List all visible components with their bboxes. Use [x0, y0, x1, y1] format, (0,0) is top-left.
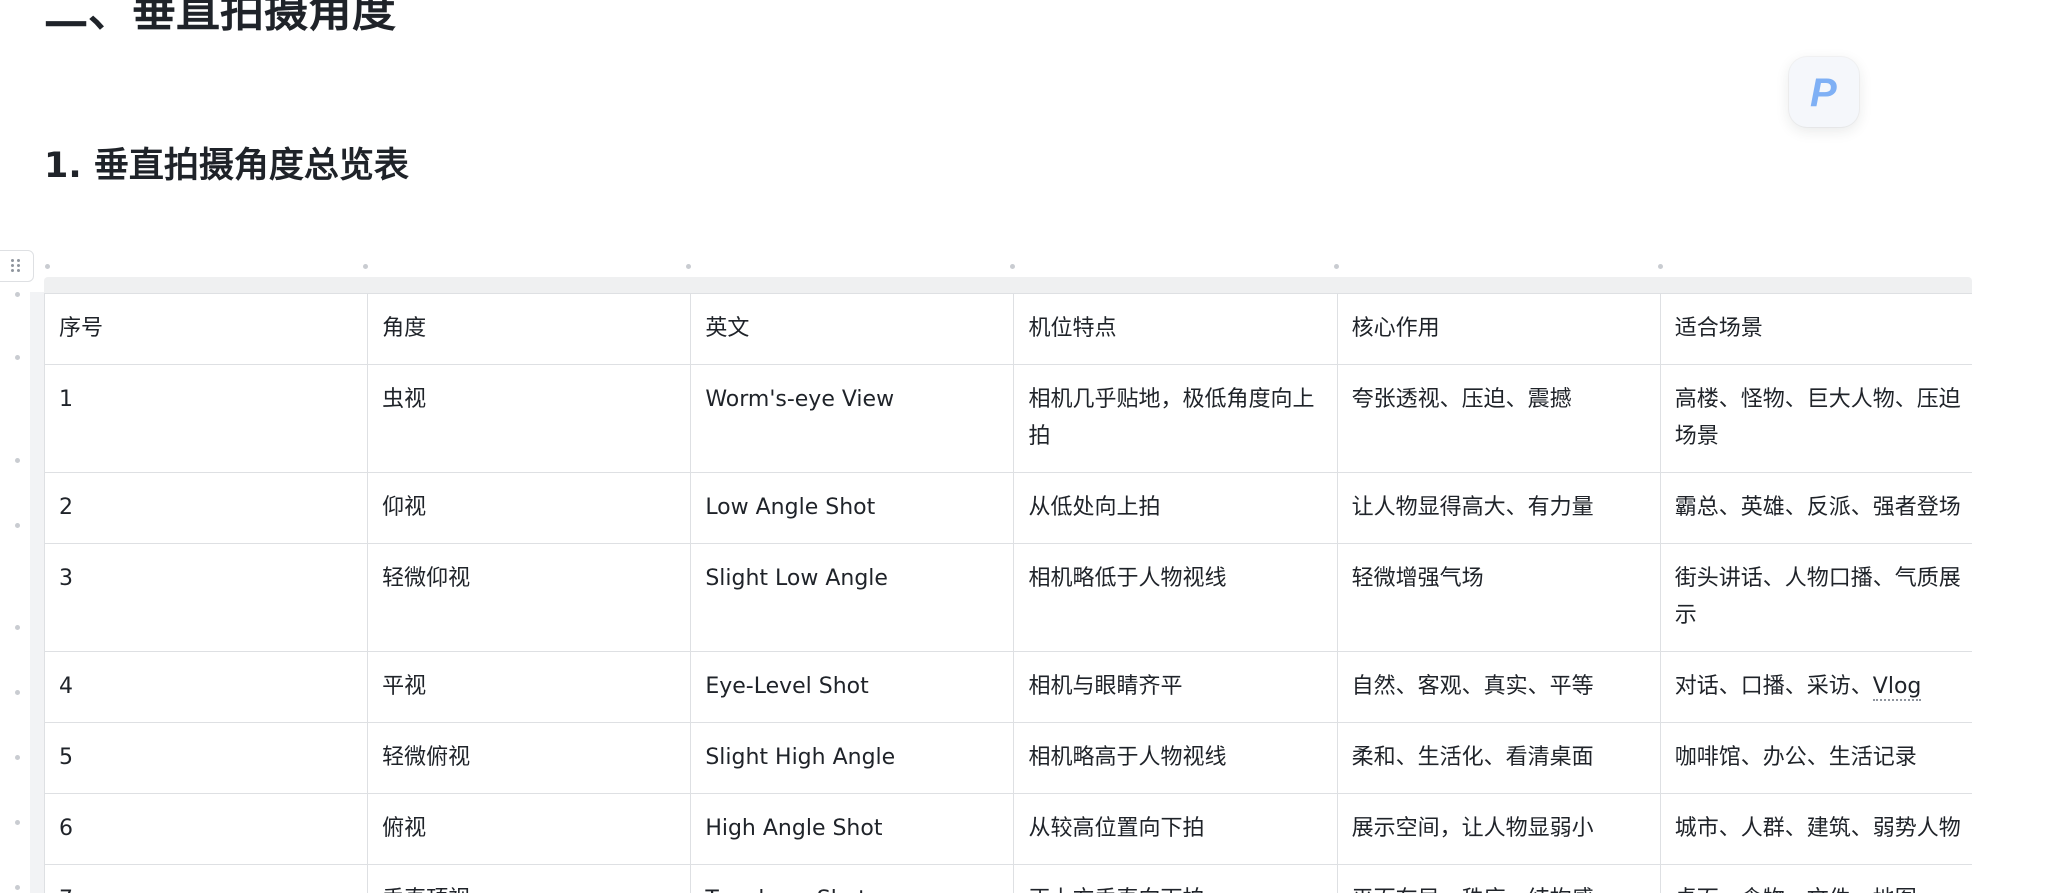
row-insert-dot[interactable] — [15, 292, 20, 297]
row-selector-bar[interactable] — [30, 292, 44, 893]
column-insert-dot[interactable] — [45, 264, 50, 269]
table-cell[interactable]: Worm's-eye View — [690, 364, 1015, 473]
column-insert-dot[interactable] — [686, 264, 691, 269]
table-row: 1 虫视 Worm's-eye View 相机几乎贴地，极低角度向上拍 夸张透视… — [44, 364, 1972, 473]
svg-text:P: P — [1810, 72, 1837, 112]
table-cell[interactable]: 7 — [44, 864, 369, 893]
table-cell[interactable]: 对话、口播、采访、Vlog — [1659, 651, 1972, 723]
table-cell[interactable]: 平面布局、秩序、结构感 — [1336, 864, 1661, 893]
column-insert-dot[interactable] — [1658, 264, 1663, 269]
table-row: 3 轻微仰视 Slight Low Angle 相机略低于人物视线 轻微增强气场… — [44, 543, 1972, 652]
drag-handle-icon[interactable] — [11, 259, 21, 273]
table-cell[interactable]: Slight High Angle — [690, 722, 1015, 794]
table-cell[interactable]: 3 — [44, 543, 369, 652]
table-cell[interactable]: 俯视 — [367, 793, 692, 865]
row-insert-dot[interactable] — [15, 355, 20, 360]
table-cell[interactable]: 从较高位置向下拍 — [1013, 793, 1338, 865]
table-cell[interactable]: 1 — [44, 364, 369, 473]
table-cell[interactable]: 轻微俯视 — [367, 722, 692, 794]
row-insert-dot[interactable] — [15, 625, 20, 630]
table-cell[interactable]: Top-down Shot — [690, 864, 1015, 893]
table-cell[interactable]: 柔和、生活化、看清桌面 — [1336, 722, 1661, 794]
table-row: 6 俯视 High Angle Shot 从较高位置向下拍 展示空间，让人物显弱… — [44, 793, 1972, 865]
table-cell[interactable]: 城市、人群、建筑、弱势人物 — [1659, 793, 1972, 865]
row-insert-dot[interactable] — [15, 523, 20, 528]
spellcheck-mark[interactable]: Vlog — [1872, 674, 1922, 701]
table-cell[interactable]: 相机与眼睛齐平 — [1013, 651, 1338, 723]
table-cell[interactable]: 5 — [44, 722, 369, 794]
table-cell[interactable]: 2 — [44, 472, 369, 544]
table-cell[interactable]: 相机略低于人物视线 — [1013, 543, 1338, 652]
row-insert-dot[interactable] — [15, 755, 20, 760]
table-cell[interactable]: 高楼、怪物、巨大人物、压迫场景 — [1659, 364, 1972, 473]
table-cell[interactable]: 平视 — [367, 651, 692, 723]
table-grid: 序号 角度 英文 机位特点 核心作用 适合场景 1 虫视 Worm's-eye … — [44, 293, 1972, 893]
table-cell[interactable]: Slight Low Angle — [690, 543, 1015, 652]
header-cell[interactable]: 机位特点 — [1013, 293, 1338, 365]
table-cell[interactable]: Eye-Level Shot — [690, 651, 1015, 723]
table-row: 5 轻微俯视 Slight High Angle 相机略高于人物视线 柔和、生活… — [44, 722, 1972, 794]
column-selector-bar[interactable] — [44, 277, 1972, 293]
table-cell[interactable]: 轻微仰视 — [367, 543, 692, 652]
row-insert-dot[interactable] — [15, 690, 20, 695]
table-block-handle[interactable] — [0, 250, 34, 282]
table-cell[interactable]: 正上方垂直向下拍 — [1013, 864, 1338, 893]
column-insert-dot[interactable] — [1334, 264, 1339, 269]
table-header-row: 序号 角度 英文 机位特点 核心作用 适合场景 — [44, 293, 1972, 365]
header-cell[interactable]: 适合场景 — [1659, 293, 1972, 365]
table-cell[interactable]: Low Angle Shot — [690, 472, 1015, 544]
table-cell[interactable]: 从低处向上拍 — [1013, 472, 1338, 544]
row-insert-dot[interactable] — [15, 820, 20, 825]
table-cell[interactable]: 轻微增强气场 — [1336, 543, 1661, 652]
assistant-float-button[interactable]: P — [1789, 57, 1859, 127]
header-cell[interactable]: 英文 — [690, 293, 1015, 365]
table-cell[interactable]: 霸总、英雄、反派、强者登场 — [1659, 472, 1972, 544]
header-cell[interactable]: 核心作用 — [1336, 293, 1661, 365]
table-cell[interactable]: 展示空间，让人物显弱小 — [1336, 793, 1661, 865]
header-cell[interactable]: 角度 — [367, 293, 692, 365]
table-cell[interactable]: 4 — [44, 651, 369, 723]
document-page: 二、垂直拍摄角度 P 1. 垂直拍摄角度总览表 序号 角度 英文 机位特点 核心… — [0, 0, 2048, 893]
table-row: 2 仰视 Low Angle Shot 从低处向上拍 让人物显得高大、有力量 霸… — [44, 472, 1972, 544]
angle-overview-table: 序号 角度 英文 机位特点 核心作用 适合场景 1 虫视 Worm's-eye … — [44, 293, 1972, 893]
table-cell[interactable]: 咖啡馆、办公、生活记录 — [1659, 722, 1972, 794]
table-cell[interactable]: 仰视 — [367, 472, 692, 544]
table-cell[interactable]: 让人物显得高大、有力量 — [1336, 472, 1661, 544]
column-insert-dot[interactable] — [1010, 264, 1015, 269]
table-cell[interactable]: 相机略高于人物视线 — [1013, 722, 1338, 794]
table-cell[interactable]: 自然、客观、真实、平等 — [1336, 651, 1661, 723]
table-row: 7 垂直顶视 Top-down Shot 正上方垂直向下拍 平面布局、秩序、结构… — [44, 864, 1972, 893]
column-insert-dot[interactable] — [363, 264, 368, 269]
section-heading: 二、垂直拍摄角度 — [44, 0, 396, 37]
table-cell[interactable]: 桌面、食物、文件、地图 — [1659, 864, 1972, 893]
row-insert-dot[interactable] — [15, 458, 20, 463]
table-cell[interactable]: 夸张透视、压迫、震撼 — [1336, 364, 1661, 473]
table-cell[interactable]: 相机几乎贴地，极低角度向上拍 — [1013, 364, 1338, 473]
subsection-heading: 1. 垂直拍摄角度总览表 — [44, 146, 409, 186]
p-logo-icon: P — [1810, 72, 1837, 112]
table-cell[interactable]: 虫视 — [367, 364, 692, 473]
table-row: 4 平视 Eye-Level Shot 相机与眼睛齐平 自然、客观、真实、平等 … — [44, 651, 1972, 723]
table-cell[interactable]: 6 — [44, 793, 369, 865]
table-cell[interactable]: High Angle Shot — [690, 793, 1015, 865]
table-cell[interactable]: 垂直顶视 — [367, 864, 692, 893]
row-insert-dot[interactable] — [15, 885, 20, 890]
table-cell[interactable]: 街头讲话、人物口播、气质展示 — [1659, 543, 1972, 652]
header-cell[interactable]: 序号 — [44, 293, 369, 365]
